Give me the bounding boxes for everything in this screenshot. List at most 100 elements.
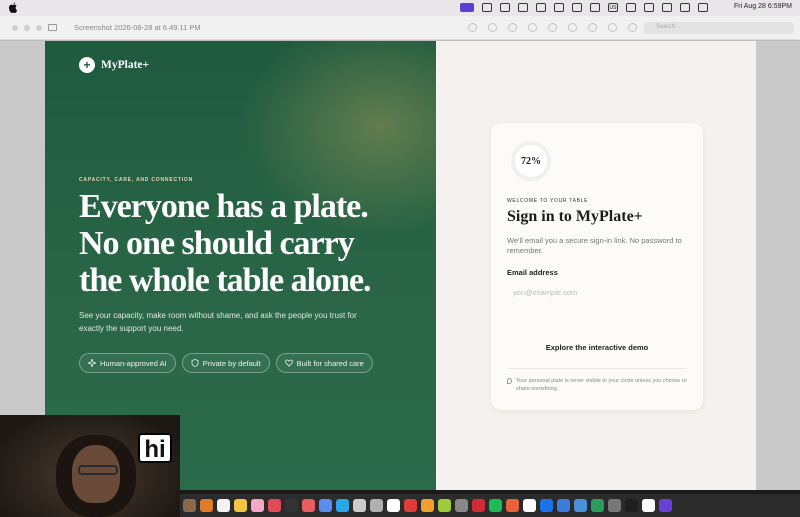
chip-label: Private by default xyxy=(202,358,261,368)
divider xyxy=(507,368,687,369)
explore-demo-link[interactable]: Explore the interactive demo xyxy=(491,343,703,352)
battery-icon[interactable] xyxy=(626,3,636,12)
chip-label: Built for shared care xyxy=(296,358,364,368)
status-icons: US xyxy=(460,3,708,12)
dock-app-icon[interactable] xyxy=(506,499,519,512)
status-icon[interactable] xyxy=(554,3,564,12)
search-icon[interactable] xyxy=(680,3,690,12)
email-label: Email address xyxy=(507,268,558,277)
status-icon[interactable] xyxy=(518,3,528,12)
dock xyxy=(180,494,800,517)
dock-app-icon[interactable] xyxy=(574,499,587,512)
signin-title: Sign in to MyPlate+ xyxy=(507,208,643,225)
toolbar xyxy=(468,23,637,32)
hero-subtitle: See your capacity, make room without sha… xyxy=(79,311,357,333)
zoom-button[interactable] xyxy=(36,25,42,31)
dock-app-icon[interactable] xyxy=(523,499,536,512)
annotate-icon[interactable] xyxy=(608,23,617,32)
feature-chips: Human-approved AI Private by default Bui… xyxy=(79,353,373,373)
window-title: Screenshot 2026-08-28 at 6.49.11 PM xyxy=(74,23,201,32)
notion-icon[interactable] xyxy=(500,3,510,12)
zoom-out-icon[interactable] xyxy=(488,23,497,32)
status-icon[interactable] xyxy=(482,3,492,12)
dock-app-icon[interactable] xyxy=(183,499,196,512)
menu-bar: US Fri Aug 28 6:59PM xyxy=(0,0,800,16)
privacy-note: Your personal plate is never visible to … xyxy=(507,377,687,393)
status-icon[interactable] xyxy=(590,3,600,12)
hi-sticker: hi xyxy=(138,433,172,463)
dock-app-icon[interactable] xyxy=(421,499,434,512)
dock-app-icon[interactable] xyxy=(285,499,298,512)
dock-app-icon[interactable] xyxy=(319,499,332,512)
privacy-note-text: Your personal plate is never visible to … xyxy=(516,378,687,392)
dock-app-icon[interactable] xyxy=(353,499,366,512)
dock-app-icon[interactable] xyxy=(251,499,264,512)
dock-app-icon[interactable] xyxy=(200,499,213,512)
dock-app-icon[interactable] xyxy=(642,499,655,512)
window-titlebar: Screenshot 2026-08-28 at 6.49.11 PM Sear… xyxy=(0,16,800,40)
hero-eyebrow: CAPACITY, CARE, AND CONNECTION xyxy=(79,177,194,183)
capacity-percent: 72% xyxy=(515,145,547,177)
chip-private-by-default: Private by default xyxy=(181,353,270,373)
headline-line: Everyone has a plate. xyxy=(79,188,369,225)
dock-app-icon[interactable] xyxy=(336,499,349,512)
dock-app-icon[interactable] xyxy=(404,499,417,512)
heart-icon xyxy=(284,359,293,367)
headline-line: the whole table alone. xyxy=(79,262,372,299)
wifi-icon[interactable] xyxy=(662,3,672,12)
capacity-ring: 72% xyxy=(511,141,551,181)
minimize-button[interactable] xyxy=(24,25,30,31)
input-source[interactable]: US xyxy=(608,3,618,12)
dock-app-icon[interactable] xyxy=(540,499,553,512)
location-pin-icon xyxy=(507,378,512,384)
screen-record-icon[interactable] xyxy=(460,3,474,12)
search-field[interactable]: Search xyxy=(644,22,794,34)
chip-label: Human-approved AI xyxy=(100,358,167,368)
shield-icon xyxy=(191,359,199,367)
dock-app-icon[interactable] xyxy=(302,499,315,512)
email-field[interactable]: you@example.com xyxy=(507,281,687,303)
person-glasses xyxy=(78,465,118,475)
dock-app-icon[interactable] xyxy=(217,499,230,512)
menubar-clock[interactable]: Fri Aug 28 6:59PM xyxy=(734,3,792,10)
control-center-icon[interactable] xyxy=(698,3,708,12)
dock-app-icon[interactable] xyxy=(268,499,281,512)
rotate-icon[interactable] xyxy=(568,23,577,32)
dock-app-icon[interactable] xyxy=(455,499,468,512)
crop-icon[interactable] xyxy=(588,23,597,32)
status-icon[interactable] xyxy=(536,3,546,12)
brand-logo[interactable]: + MyPlate+ xyxy=(79,57,149,73)
status-icon[interactable] xyxy=(572,3,582,12)
dock-app-icon[interactable] xyxy=(472,499,485,512)
dock-app-icon[interactable] xyxy=(625,499,638,512)
brand-name: MyPlate+ xyxy=(101,59,150,71)
markup-icon[interactable] xyxy=(548,23,557,32)
close-button[interactable] xyxy=(12,25,18,31)
window-controls xyxy=(12,25,42,31)
dock-app-icon[interactable] xyxy=(591,499,604,512)
zoom-in-icon[interactable] xyxy=(508,23,517,32)
dock-app-icon[interactable] xyxy=(608,499,621,512)
info-icon[interactable] xyxy=(468,23,477,32)
dock-app-icon[interactable] xyxy=(489,499,502,512)
dock-app-icon[interactable] xyxy=(234,499,247,512)
dock-app-icon[interactable] xyxy=(387,499,400,512)
headline-line: No one should carry xyxy=(79,225,355,262)
apple-icon[interactable] xyxy=(9,2,17,13)
signin-panel: 72% WELCOME TO YOUR TABLE Sign in to MyP… xyxy=(436,41,756,490)
dock-app-icon[interactable] xyxy=(438,499,451,512)
signin-eyebrow: WELCOME TO YOUR TABLE xyxy=(507,198,589,204)
share-icon[interactable] xyxy=(528,23,537,32)
fill-icon[interactable] xyxy=(628,23,637,32)
sidebar-toggle-icon[interactable] xyxy=(48,24,57,31)
webcam-overlay: hi xyxy=(0,415,180,517)
dock-app-icon[interactable] xyxy=(659,499,672,512)
sparkle-icon xyxy=(88,359,96,367)
dock-app-icon[interactable] xyxy=(370,499,383,512)
signin-description: We'll email you a secure sign-in link. N… xyxy=(507,236,682,255)
dock-app-icon[interactable] xyxy=(557,499,570,512)
chip-built-for-shared-care: Built for shared care xyxy=(275,353,373,373)
plus-icon: + xyxy=(79,57,95,73)
display-icon[interactable] xyxy=(644,3,654,12)
hero-headline: Everyone has a plate. No one should carr… xyxy=(79,188,429,299)
